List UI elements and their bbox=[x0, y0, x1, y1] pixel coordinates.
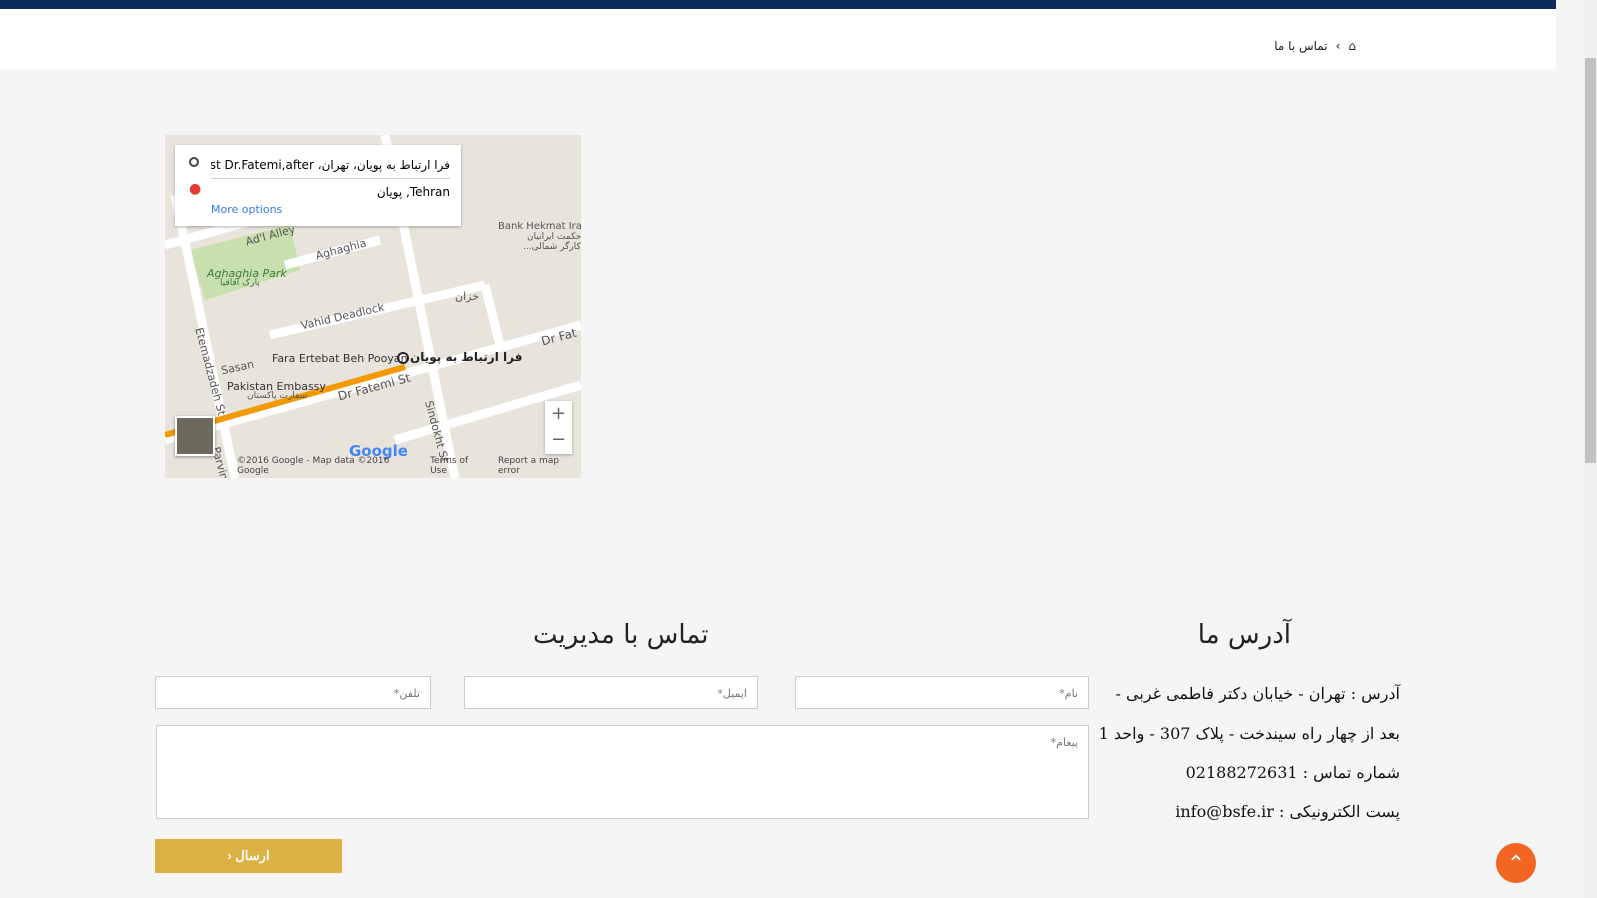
scrollbar[interactable] bbox=[1584, 0, 1597, 898]
map-label: فرا ارتباط به پویان bbox=[410, 350, 523, 364]
header: ⌂ › تماس با ما bbox=[0, 9, 1556, 69]
breadcrumb-current: تماس با ما bbox=[1274, 39, 1328, 53]
directions-card: ● فرا ارتباط به پویان، تهران، West Dr.Fa… bbox=[175, 145, 461, 226]
send-button[interactable]: ارسال ‹ bbox=[155, 839, 342, 873]
google-map[interactable]: Ad'l Alley Aghaghia Aghaghia Park پارک ا… bbox=[165, 135, 581, 478]
message-textarea[interactable]: پیغام* bbox=[156, 725, 1089, 819]
destination-pin-icon: ● bbox=[189, 181, 202, 197]
map-label: ...کارگر شمالی bbox=[523, 242, 581, 252]
map-footer: ©2016 Google - Map data ©2016 Google Ter… bbox=[237, 456, 581, 476]
breadcrumb-separator: › bbox=[1335, 39, 1341, 53]
more-options-link[interactable]: More options bbox=[211, 203, 282, 216]
terms-link[interactable]: Terms of Use bbox=[430, 456, 486, 476]
map-label: حکمت ایرانیان bbox=[527, 232, 581, 242]
map-label: Bank Hekmat Iran bbox=[498, 221, 581, 232]
zoom-out-button[interactable]: − bbox=[545, 427, 572, 453]
map-copyright: ©2016 Google - Map data ©2016 Google bbox=[237, 456, 390, 476]
satellite-toggle[interactable] bbox=[175, 416, 215, 456]
breadcrumb: ⌂ › تماس با ما bbox=[1274, 39, 1356, 53]
map-label: خزان bbox=[455, 290, 480, 303]
scroll-to-top-button[interactable]: ⌃ bbox=[1496, 843, 1536, 883]
email-address: پست الکترونیکی : info@bsfe.ir bbox=[1175, 802, 1400, 821]
directions-origin: فرا ارتباط به پویان، تهران، West Dr.Fate… bbox=[211, 158, 450, 179]
directions-destination: Tehran, پویان bbox=[376, 185, 450, 199]
email-input[interactable]: ایمیل* bbox=[464, 676, 758, 709]
phone-number: شماره تماس : 02188272631 bbox=[1185, 763, 1400, 782]
address-title: آدرس ما bbox=[1197, 620, 1291, 650]
address-line-1: آدرس : تهران - خیابان دکتر فاطمی غربی - bbox=[1115, 684, 1400, 703]
phone-input[interactable]: تلفن* bbox=[155, 676, 431, 709]
top-bar bbox=[0, 0, 1556, 9]
origin-icon bbox=[189, 157, 199, 167]
map-label: پارک اقاقیا bbox=[220, 278, 260, 288]
scrollbar-thumb[interactable] bbox=[1585, 58, 1596, 463]
report-error-link[interactable]: Report a map error bbox=[498, 456, 581, 476]
zoom-in-button[interactable]: + bbox=[545, 401, 572, 427]
address-line-2: بعد از چهار راه سیندخت - پلاک 307 - واحد… bbox=[1098, 724, 1400, 743]
home-icon[interactable]: ⌂ bbox=[1348, 39, 1356, 53]
map-label: سفارت پاکستان bbox=[247, 391, 308, 401]
name-input[interactable]: نام* bbox=[795, 676, 1089, 709]
zoom-controls: + − bbox=[545, 401, 572, 454]
contact-title: تماس با مدیریت bbox=[533, 620, 709, 650]
map-label: Fara Ertebat Beh Pooyan bbox=[272, 352, 408, 365]
